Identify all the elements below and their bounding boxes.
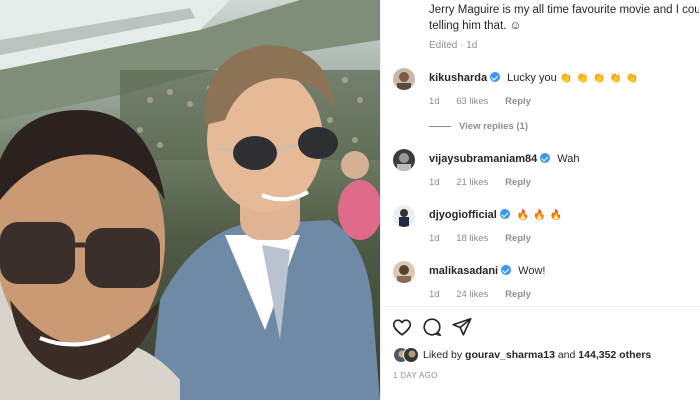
reply-button[interactable]: Reply (505, 177, 531, 188)
comment-likes[interactable]: 18 likes (456, 233, 488, 244)
post-caption: Jerry Maguire is my all time favourite m… (429, 2, 699, 34)
comment-age: 1d (429, 177, 440, 188)
avatar[interactable] (393, 205, 415, 227)
verified-badge-icon (501, 265, 512, 275)
comment-item: djyogiofficial 🔥 🔥 🔥 1d 18 likes Reply (393, 205, 693, 245)
heart-icon[interactable] (391, 316, 413, 338)
avatar[interactable] (393, 149, 415, 171)
caption-line-1: Jerry Maguire is my all time favourite m… (429, 4, 699, 16)
fire-emoji: 🔥 (516, 210, 530, 221)
clap-emoji: 👏 (609, 73, 622, 84)
reply-button[interactable]: Reply (505, 233, 531, 244)
comment-age: 1d (429, 96, 440, 107)
fire-emoji: 🔥 (533, 210, 546, 221)
comment-item: malikasadani Wow! 1d 24 likes Reply (393, 261, 693, 301)
avatar[interactable] (403, 347, 419, 363)
comment-username[interactable]: kikusharda (429, 72, 487, 84)
fire-emoji: 🔥 (549, 210, 563, 221)
comment-username[interactable]: malikasadani (429, 265, 498, 277)
avatar[interactable] (393, 261, 415, 283)
comment-age: 1d (429, 289, 440, 300)
post-timestamp[interactable]: 1 DAY AGO (393, 371, 438, 380)
selfie-illustration (0, 0, 380, 400)
reply-button[interactable]: Reply (505, 96, 531, 107)
liked-prefix: Liked by (423, 349, 463, 361)
liked-conj: and (557, 349, 576, 361)
comment-username[interactable]: djyogiofficial (429, 209, 497, 221)
clap-emoji: 👏 (625, 73, 639, 84)
comment-icon[interactable] (421, 316, 443, 338)
comment-username[interactable]: vijaysubramaniam84 (429, 153, 537, 165)
liked-username[interactable]: gourav_sharma13 (465, 349, 555, 361)
comment-item: kikusharda Lucky you 👏 👏 👏 👏 👏 1d 63 likes R… (393, 68, 693, 108)
comment-age: 1d (429, 233, 440, 244)
liked-others[interactable]: 144,352 others (578, 349, 651, 361)
comment-text: Wah (557, 153, 580, 165)
comment-text: Wow! (518, 265, 546, 277)
comments-panel: Jerry Maguire is my all time favourite m… (380, 0, 700, 400)
comment-likes[interactable]: 24 likes (456, 289, 488, 300)
caption-line-2: telling him that. ☺ (429, 20, 522, 32)
clap-emoji: 👏 (592, 73, 606, 84)
comment-likes[interactable]: 21 likes (456, 177, 488, 188)
post-photo (0, 0, 380, 400)
divider (381, 306, 700, 307)
comment-item: vijaysubramaniam84 Wah 1d 21 likes Reply (393, 149, 693, 189)
replies-line (429, 125, 451, 127)
clap-emoji: 👏 (559, 73, 573, 84)
view-replies-label: View replies (1) (459, 121, 528, 132)
clap-emoji: 👏 (576, 73, 589, 84)
reply-button[interactable]: Reply (505, 289, 531, 300)
edited-label: Edited · 1d (429, 40, 478, 51)
view-replies-button[interactable]: View replies (1) (429, 121, 528, 132)
avatar[interactable] (393, 68, 415, 90)
comment-text: Lucky you (507, 72, 557, 84)
verified-badge-icon (540, 153, 551, 163)
comment-likes[interactable]: 63 likes (456, 96, 488, 107)
verified-badge-icon (499, 209, 510, 219)
share-icon[interactable] (451, 316, 473, 338)
verified-badge-icon (490, 72, 501, 82)
